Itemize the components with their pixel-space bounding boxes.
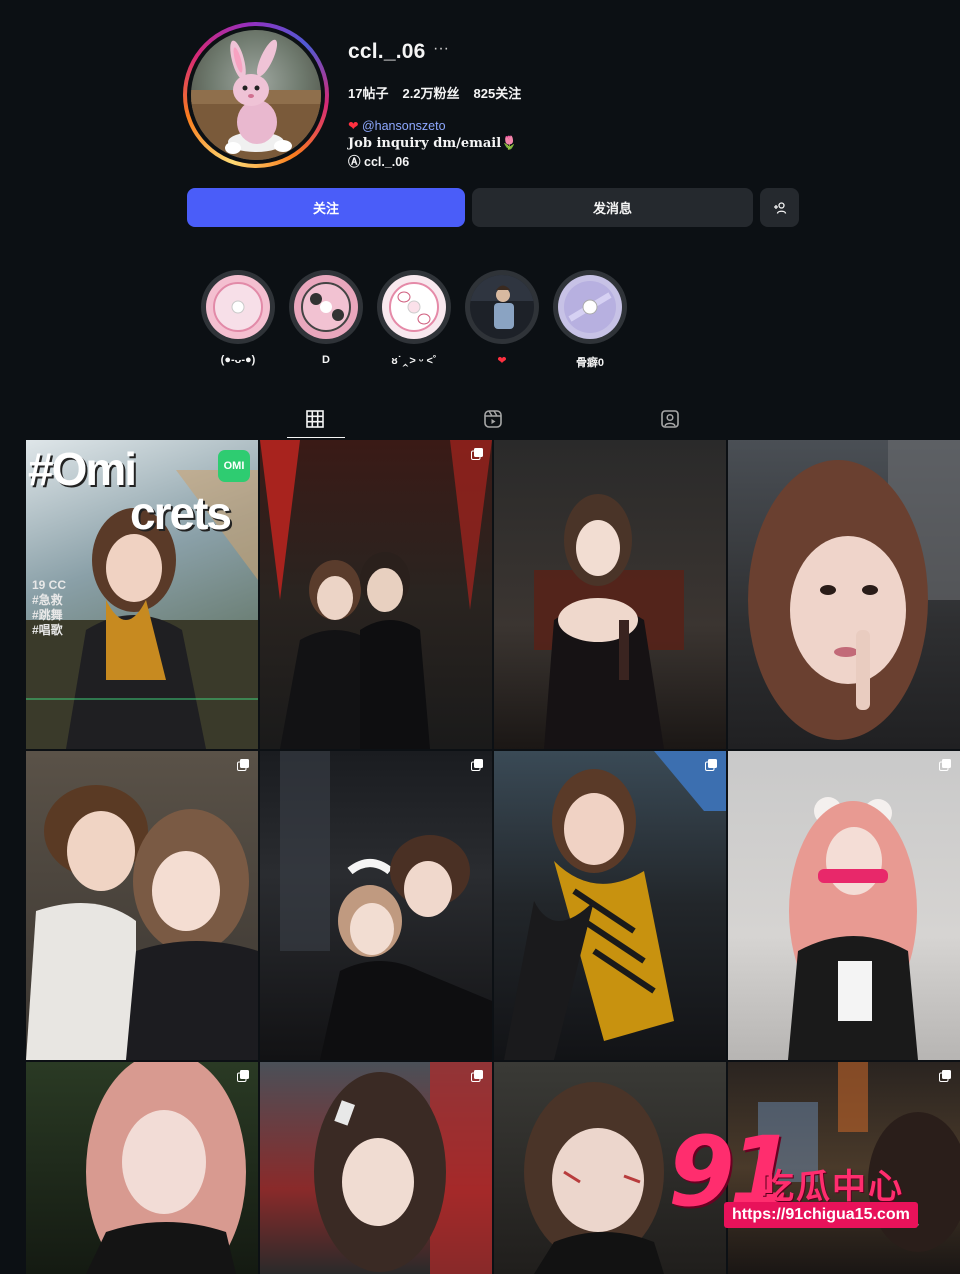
highlight-label: (●-ᴗ-●) — [220, 354, 256, 366]
tulip-icon: 🌷 — [501, 136, 518, 151]
highlight-item[interactable]: 骨癖0 — [552, 270, 628, 370]
message-button[interactable]: 发消息 — [472, 188, 753, 227]
profile-header: ccl._.06 ··· 17帖子 2.2万粉丝 825关注 ❤ @hanson… — [183, 22, 803, 172]
story-highlights: (●-ᴗ-●) D ᴕ˙‸> ᵕ <˚ ❤ 骨癖0 — [200, 270, 640, 380]
post-image — [314, 1062, 492, 1274]
bio-line: Job inquiry dm/email — [348, 136, 502, 151]
overlay-tags: 19 CC #急救 #跳舞 #唱歌 — [32, 578, 67, 637]
post-image — [534, 494, 684, 749]
highlight-item[interactable]: D — [288, 270, 364, 366]
carousel-icon — [939, 759, 951, 771]
post-tile[interactable]: #Omi crets OMI 19 CC #急救 #跳舞 #唱歌 — [26, 440, 258, 749]
posts-count[interactable]: 17帖子 — [348, 83, 388, 102]
overlay-title-2: crets — [130, 487, 232, 539]
omi-badge: OMI — [218, 450, 250, 482]
follow-button[interactable]: 关注 — [187, 188, 465, 227]
carousel-icon — [471, 448, 483, 460]
username: ccl._.06 — [348, 40, 426, 63]
post-tile[interactable] — [260, 1062, 492, 1274]
photo-boy-icon — [470, 275, 534, 339]
bio: ❤ @hansonszeto Job inquiry dm/email🌷 Ⓐ c… — [348, 117, 517, 171]
grid-icon — [306, 410, 324, 428]
post-tile[interactable] — [494, 440, 726, 749]
carousel-icon — [471, 759, 483, 771]
post-image — [86, 1062, 246, 1274]
carousel-icon — [237, 759, 249, 771]
carousel-icon — [939, 1070, 951, 1082]
avatar[interactable] — [183, 22, 329, 168]
threads-icon: Ⓐ — [348, 155, 361, 169]
highlight-label: 骨癖0 — [575, 357, 605, 369]
highlight-item[interactable]: ❤ — [464, 270, 540, 367]
overlay-title: #Omi — [28, 443, 137, 495]
reels-icon — [484, 410, 502, 428]
cd-hello-kitty-icon — [382, 275, 446, 339]
highlight-label: D — [322, 354, 330, 366]
post-tile[interactable] — [728, 751, 960, 1060]
post-image — [504, 751, 726, 1060]
tab-tagged[interactable] — [659, 408, 683, 432]
threads-handle[interactable]: ccl._.06 — [364, 155, 409, 169]
highlight-item[interactable]: ᴕ˙‸> ᵕ <˚ — [376, 270, 452, 367]
cd-lavender-icon — [558, 275, 622, 339]
watermark-logo-text: 吃瓜中心 — [760, 1168, 904, 1206]
cd-kuromi-icon — [294, 275, 358, 339]
active-tab-indicator — [287, 437, 345, 438]
post-tile[interactable] — [260, 751, 492, 1060]
more-options-icon[interactable]: ··· — [433, 40, 449, 58]
post-image — [260, 440, 492, 749]
post-tile[interactable] — [494, 751, 726, 1060]
following-count[interactable]: 825关注 — [474, 83, 522, 102]
post-image — [26, 785, 258, 1060]
highlight-label: ❤ — [497, 355, 507, 367]
heart-icon: ❤ — [348, 119, 359, 133]
post-image — [280, 751, 492, 1060]
bio-mention-link[interactable]: @hansonszeto — [362, 119, 446, 133]
post-tile[interactable] — [260, 440, 492, 749]
highlight-item[interactable]: (●-ᴗ-●) — [200, 270, 276, 366]
post-image — [788, 797, 918, 1060]
add-user-button[interactable] — [760, 188, 799, 227]
tab-posts[interactable] — [304, 408, 328, 432]
post-tile[interactable] — [26, 751, 258, 1060]
cd-pink-icon — [206, 275, 270, 339]
profile-tabs — [0, 400, 960, 438]
post-image — [748, 440, 960, 740]
watermark-url: https://91chigua15.com — [724, 1202, 918, 1228]
site-watermark: 91 吃瓜中心 https://91chigua15.com — [668, 1116, 938, 1234]
carousel-icon — [237, 1070, 249, 1082]
add-person-icon — [773, 201, 786, 214]
carousel-icon — [705, 759, 717, 771]
followers-count[interactable]: 2.2万粉丝 — [402, 83, 459, 102]
post-tile[interactable] — [26, 1062, 258, 1274]
tab-reels[interactable] — [482, 408, 506, 432]
highlight-label: ᴕ˙‸> ᵕ <˚ — [391, 355, 437, 367]
profile-stats: 17帖子 2.2万粉丝 825关注 — [348, 83, 521, 102]
bunny-avatar-image — [191, 30, 321, 160]
carousel-icon — [471, 1070, 483, 1082]
tagged-icon — [661, 410, 679, 428]
post-tile[interactable] — [728, 440, 960, 749]
